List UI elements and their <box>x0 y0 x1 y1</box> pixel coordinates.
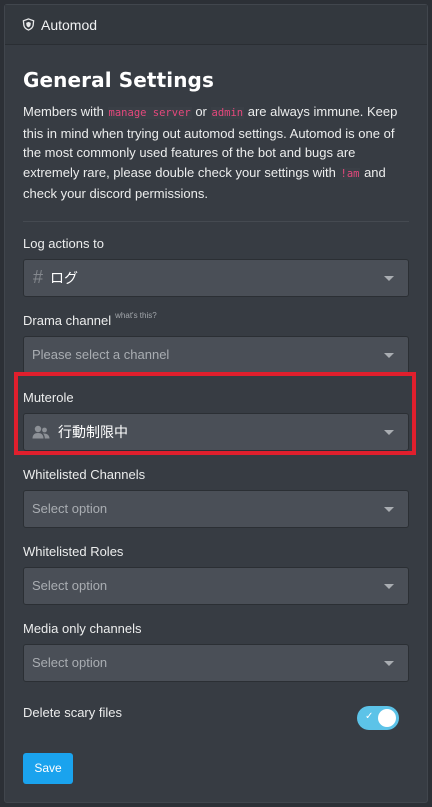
save-button[interactable]: Save <box>23 752 73 784</box>
muterole-value: 行動制限中 <box>58 423 128 440</box>
toggle-knob <box>378 708 396 727</box>
code-am-command: !am <box>339 167 361 180</box>
drama-channel-label: Drama channel what's this? <box>23 310 157 328</box>
whitelisted-roles-placeholder: Select option <box>32 578 108 593</box>
muterole-label: Muterole <box>23 389 74 405</box>
page-title: General Settings <box>23 68 214 92</box>
whitelisted-roles-select[interactable]: Select option <box>23 566 409 605</box>
automod-card: Automod General Settings Members with ma… <box>4 4 428 803</box>
media-only-placeholder: Select option <box>32 655 108 670</box>
code-manage-server: manage server <box>107 107 192 119</box>
check-icon: ✓ <box>365 710 374 722</box>
chevron-down-icon <box>384 429 394 435</box>
card-header: Automod <box>5 5 427 45</box>
whats-this-link[interactable]: what's this? <box>115 311 157 320</box>
whitelisted-channels-label: Whitelisted Channels <box>23 466 146 482</box>
whitelisted-channels-select[interactable]: Select option <box>23 489 409 528</box>
delete-scary-files-label: Delete scary files <box>23 705 122 720</box>
shield-icon <box>22 18 35 31</box>
chevron-down-icon <box>384 660 394 666</box>
code-admin: admin <box>210 107 245 119</box>
muterole-select[interactable]: 行動制限中 <box>23 412 409 451</box>
chevron-down-icon <box>384 583 394 589</box>
delete-scary-files-row: Delete scary files ✓ <box>23 705 409 730</box>
chevron-down-icon <box>384 275 394 281</box>
log-actions-select[interactable]: # ログ <box>23 258 409 297</box>
delete-scary-files-toggle[interactable]: ✓ <box>357 705 399 730</box>
header-title: Automod <box>41 16 98 33</box>
hash-icon: # <box>33 267 44 287</box>
drama-channel-select[interactable]: Please select a channel <box>23 335 409 374</box>
log-actions-value: ログ <box>50 269 79 286</box>
chevron-down-icon <box>384 352 394 358</box>
media-only-select[interactable]: Select option <box>23 643 409 682</box>
media-only-label: Media only channels <box>23 620 142 636</box>
whitelisted-channels-placeholder: Select option <box>32 501 108 516</box>
drama-channel-placeholder: Please select a channel <box>32 347 170 362</box>
chevron-down-icon <box>384 506 394 512</box>
whitelisted-roles-label: Whitelisted Roles <box>23 543 124 559</box>
log-actions-label: Log actions to <box>23 235 104 251</box>
user-icon <box>32 425 50 438</box>
intro-text: Members with manage server or admin are … <box>23 102 409 222</box>
